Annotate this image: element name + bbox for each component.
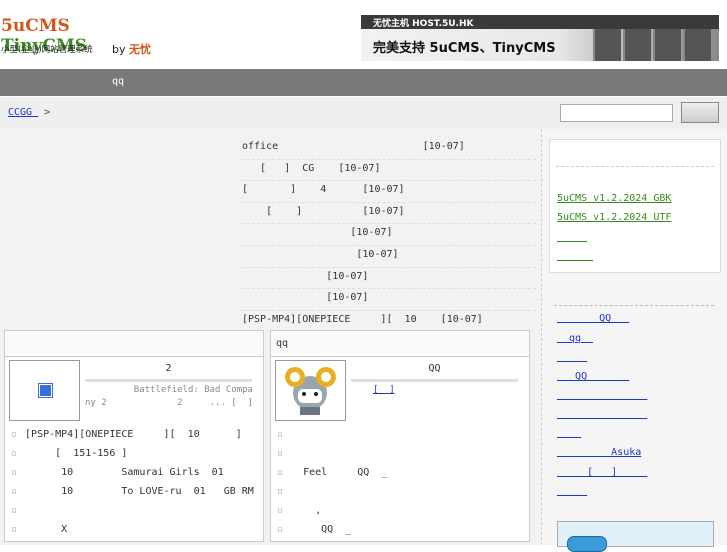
- list-item[interactable]: ▫ [PSP-MP4][ONEPIECE ][ 10 ]: [11, 429, 242, 440]
- list-item[interactable]: ▫ Feel QQ _: [277, 467, 387, 478]
- box-header: [5, 331, 263, 357]
- sidebar-link[interactable]: qq: [557, 333, 593, 344]
- sidebar-link[interactable]: [557, 390, 647, 401]
- featured-title[interactable]: QQ: [351, 362, 518, 382]
- sheep-mascot-icon: [285, 367, 336, 415]
- breadcrumb-home-link[interactable]: CCGG: [8, 107, 38, 118]
- search-input[interactable]: [560, 104, 673, 122]
- badge-icon: [567, 536, 607, 552]
- category-box-2: qq QQ [ ] ▫ ▫ ▫ Feel QQ _ ▫ ▫ , ▫ QQ _: [270, 330, 530, 542]
- sidebar-link[interactable]: [557, 251, 593, 262]
- download-box: 5uCMS v1.2.2024 GBK 5uCMS v1.2.2024 UTF: [549, 139, 721, 273]
- list-item[interactable]: [10-07]: [242, 246, 536, 268]
- sidebar-link[interactable]: QQ: [557, 313, 629, 324]
- list-item[interactable]: [10-07]: [242, 224, 536, 246]
- featured-title[interactable]: 2: [85, 362, 252, 382]
- banner-main-text: 完美支持 5uCMS、TinyCMS: [373, 41, 556, 56]
- box-header: qq: [271, 331, 529, 357]
- sidebar-badge-image[interactable]: [557, 521, 714, 552]
- breadcrumb: CCGG >: [8, 107, 50, 118]
- list-item[interactable]: ▫ [ 151-156 ]: [11, 448, 127, 459]
- list-item[interactable]: ▫: [277, 486, 291, 497]
- featured-desc: ny 2 2 ... [ ]: [85, 398, 253, 408]
- list-item[interactable]: ▫: [11, 505, 25, 516]
- list-item[interactable]: ▫: [277, 448, 291, 459]
- sidebar-link[interactable]: [557, 352, 587, 363]
- site-logo[interactable]: 5uCMS TinyCMS 小型(企业)网站管理系统 by 无忧: [0, 14, 155, 60]
- sidebar-link[interactable]: [557, 409, 647, 420]
- sidebar-link[interactable]: [557, 486, 587, 497]
- sidebar-link[interactable]: QQ: [557, 371, 629, 382]
- article-list: office [10-07] [ ] CG [10-07] [ ] 4 [10-…: [242, 138, 536, 331]
- sidebar-link[interactable]: [ ]: [557, 467, 647, 478]
- broken-image-icon: [38, 383, 53, 398]
- logo-brand: by 无忧: [112, 43, 151, 56]
- sidebar-link[interactable]: [557, 428, 581, 439]
- list-item[interactable]: [ ] [10-07]: [242, 203, 536, 225]
- breadcrumb-separator: >: [44, 107, 51, 118]
- featured-thumbnail[interactable]: [9, 360, 80, 421]
- list-item[interactable]: [10-07]: [242, 289, 536, 311]
- list-item[interactable]: ▫: [277, 429, 291, 440]
- search-button[interactable]: [681, 102, 719, 123]
- download-link-gbk[interactable]: 5uCMS v1.2.2024 GBK: [557, 193, 671, 204]
- featured-desc: Battlefield: Bad Compa: [85, 385, 253, 395]
- links-box: QQ qq QQ Asuka [ ]: [549, 283, 719, 508]
- featured-thumbnail[interactable]: [275, 360, 346, 421]
- download-link-utf[interactable]: 5uCMS v1.2.2024 UTF: [557, 212, 671, 223]
- list-item[interactable]: [PSP-MP4][ONEPIECE ][ 10 [10-07]: [242, 311, 536, 332]
- list-item[interactable]: ▫ QQ _: [277, 524, 351, 535]
- nav-item[interactable]: qq: [112, 76, 124, 87]
- logo-subtitle: 小型(企业)网站管理系统: [1, 45, 93, 55]
- list-item[interactable]: ▫ 10 Samurai Girls 01: [11, 467, 224, 478]
- sidebar-link[interactable]: Asuka: [557, 447, 641, 458]
- list-item[interactable]: [ ] CG [10-07]: [242, 160, 536, 182]
- list-item[interactable]: [10-07]: [242, 268, 536, 290]
- list-item[interactable]: office [10-07]: [242, 138, 536, 160]
- sidebar-link[interactable]: [557, 232, 587, 243]
- host-banner[interactable]: 无忧主机 HOST.5U.HK 完美支持 5uCMS、TinyCMS: [361, 15, 719, 61]
- category-box-1: 2 Battlefield: Bad Compa ny 2 2 ... [ ] …: [4, 330, 264, 542]
- banner-top-text: 无忧主机 HOST.5U.HK: [373, 19, 474, 29]
- main-nav: qq: [0, 69, 727, 96]
- list-item[interactable]: ▫ 10 To LOVE-ru 01 GB RM: [11, 486, 254, 497]
- list-item[interactable]: ▫ X: [11, 524, 67, 535]
- featured-desc[interactable]: [ ]: [373, 384, 395, 397]
- list-item[interactable]: ▫ ,: [277, 505, 321, 516]
- list-item[interactable]: [ ] 4 [10-07]: [242, 181, 536, 203]
